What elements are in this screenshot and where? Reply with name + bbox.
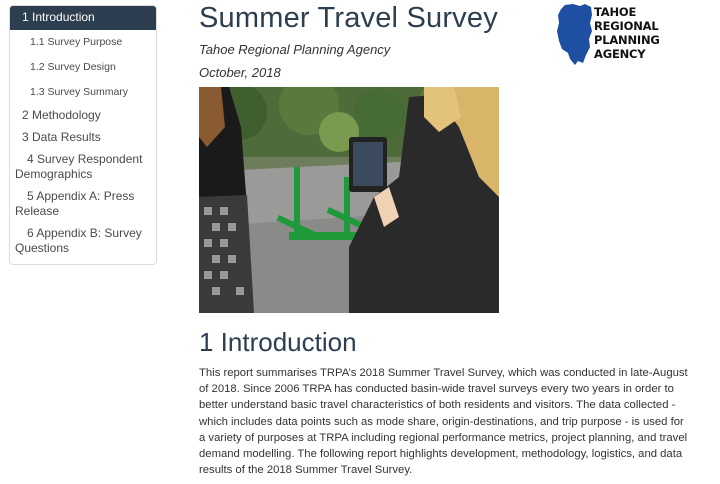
toc-item-methodology[interactable]: 2 Methodology — [10, 105, 156, 127]
page-title: Summer Travel Survey — [199, 2, 498, 34]
toc-item-appendix-b[interactable]: 6 Appendix B: Survey Questions — [10, 223, 156, 260]
toc-item-survey-purpose[interactable]: 1.1 Survey Purpose — [10, 30, 156, 55]
table-of-contents: 1 Introduction 1.1 Survey Purpose 1.2 Su… — [9, 5, 157, 265]
survey-photo — [199, 87, 499, 313]
toc-item-appendix-a[interactable]: 5 Appendix A: Press Release — [10, 186, 156, 223]
toc-item-survey-design[interactable]: 1.2 Survey Design — [10, 55, 156, 80]
author: Tahoe Regional Planning Agency — [199, 42, 391, 57]
lake-tahoe-shape-icon — [557, 4, 592, 65]
intro-paragraph: This report summarises TRPA’s 2018 Summe… — [199, 367, 688, 477]
toc-item-survey-summary[interactable]: 1.3 Survey Summary — [10, 80, 156, 105]
section-heading: 1 Introduction — [199, 327, 357, 357]
toc-item-introduction[interactable]: 1 Introduction — [10, 6, 156, 30]
toc-item-demographics[interactable]: 4 Survey Respondent Demographics — [10, 149, 156, 186]
trpa-logo: TAHOE REGIONAL PLANNING AGENCY — [556, 3, 666, 65]
toc-item-data-results[interactable]: 3 Data Results — [10, 127, 156, 149]
logo-wordmark: TAHOE REGIONAL PLANNING AGENCY — [594, 5, 660, 61]
publish-date: October, 2018 — [199, 65, 281, 80]
